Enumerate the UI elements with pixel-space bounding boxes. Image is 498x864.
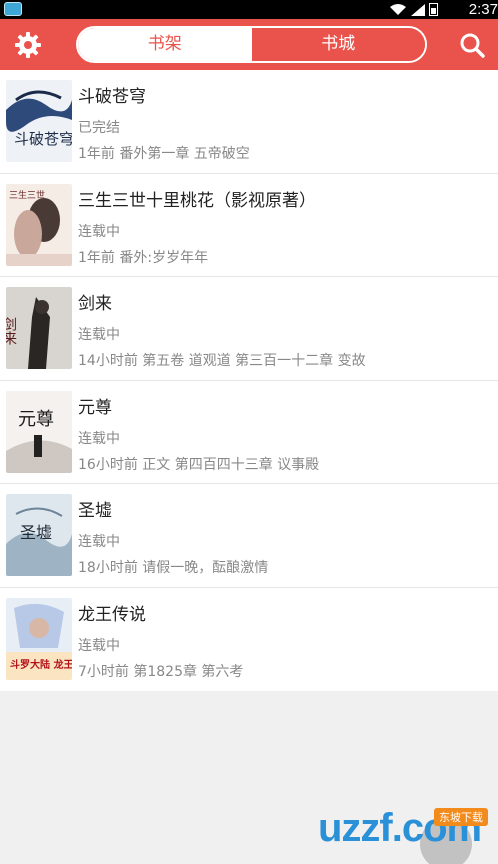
book-status: 连载中 bbox=[78, 223, 120, 240]
battery-icon bbox=[429, 3, 438, 16]
book-cover-image: 斗罗大陆 龙王传说 bbox=[6, 597, 72, 680]
book-item[interactable]: 三生三世 三生三世十里桃花（影视原著） 连载中 1年前 番外:岁岁年年 bbox=[0, 174, 498, 277]
book-latest-chapter: 1年前 番外:岁岁年年 bbox=[78, 249, 209, 266]
wifi-icon bbox=[390, 3, 406, 15]
book-latest-chapter: 18小时前 请假一晚，酝酿激情 bbox=[78, 560, 269, 576]
cover-text: 斗罗大陆 龙王传说 bbox=[10, 658, 72, 671]
clock: 2:37 bbox=[468, 1, 498, 18]
book-status: 连载中 bbox=[78, 430, 120, 447]
cover-text: 三生三世 bbox=[9, 189, 45, 201]
book-title: 剑来 bbox=[78, 294, 112, 314]
book-latest-chapter: 1年前 番外第一章 五帝破空 bbox=[78, 146, 250, 162]
cover-text: 圣墟 bbox=[20, 523, 52, 542]
watermark-badge: 东坡下载 bbox=[434, 808, 488, 826]
book-title: 元尊 bbox=[78, 397, 112, 418]
app-notification-icon bbox=[4, 2, 22, 16]
book-item[interactable]: 圣墟 圣墟 连载中 18小时前 请假一晚，酝酿激情 bbox=[0, 484, 498, 588]
book-cover-image: 圣墟 bbox=[6, 494, 72, 576]
search-icon[interactable] bbox=[458, 31, 486, 59]
book-item[interactable]: 斗罗大陆 龙王传说 龙王传说 连载中 7小时前 第1825章 第六考 bbox=[0, 588, 498, 692]
book-title: 斗破苍穹 bbox=[78, 87, 146, 107]
cover-text: 剑来 bbox=[6, 317, 17, 345]
tab-bookstore[interactable]: 书城 bbox=[251, 28, 425, 61]
book-cover-image: 斗破苍穹 bbox=[6, 80, 72, 162]
book-item[interactable]: 斗破苍穹 斗破苍穹 已完结 1年前 番外第一章 五帝破空 bbox=[0, 70, 498, 174]
book-item[interactable]: 元尊 元尊 连载中 16小时前 正文 第四百四十三章 议事殿 bbox=[0, 381, 498, 484]
book-latest-chapter: 16小时前 正文 第四百四十三章 议事殿 bbox=[78, 456, 320, 473]
book-status: 连载中 bbox=[78, 534, 120, 550]
status-bar: 2:37 bbox=[0, 0, 498, 19]
book-cover-image: 三生三世 bbox=[6, 183, 72, 266]
book-title: 三生三世十里桃花（影视原著） bbox=[78, 190, 316, 211]
app-header: 书架 书城 bbox=[0, 19, 498, 70]
book-status: 已完结 bbox=[78, 120, 120, 136]
book-cover-image: 剑来 bbox=[6, 287, 72, 369]
shelf-store-switch: 书架 书城 bbox=[76, 26, 427, 63]
book-status: 连载中 bbox=[78, 327, 120, 343]
tab-bookshelf[interactable]: 书架 bbox=[78, 28, 252, 61]
cover-text: 斗破苍穹 bbox=[14, 130, 72, 148]
cover-text: 元尊 bbox=[18, 409, 54, 430]
book-title: 圣墟 bbox=[78, 501, 112, 521]
settings-gear-icon[interactable] bbox=[14, 31, 42, 59]
book-cover-image: 元尊 bbox=[6, 390, 72, 473]
book-item[interactable]: 剑来 剑来 连载中 14小时前 第五卷 道观道 第三百一十二章 变故 bbox=[0, 277, 498, 381]
book-status: 连载中 bbox=[78, 637, 120, 654]
system-icons bbox=[389, 3, 438, 16]
book-latest-chapter: 7小时前 第1825章 第六考 bbox=[78, 663, 244, 680]
book-latest-chapter: 14小时前 第五卷 道观道 第三百一十二章 变故 bbox=[78, 353, 366, 369]
site-watermark: uzzf.com 东坡下载 bbox=[318, 800, 496, 864]
signal-icon bbox=[411, 3, 425, 16]
book-title: 龙王传说 bbox=[78, 604, 146, 625]
bookshelf-list: 斗破苍穹 斗破苍穹 已完结 1年前 番外第一章 五帝破空 三生三世 三生三世十里… bbox=[0, 70, 498, 691]
